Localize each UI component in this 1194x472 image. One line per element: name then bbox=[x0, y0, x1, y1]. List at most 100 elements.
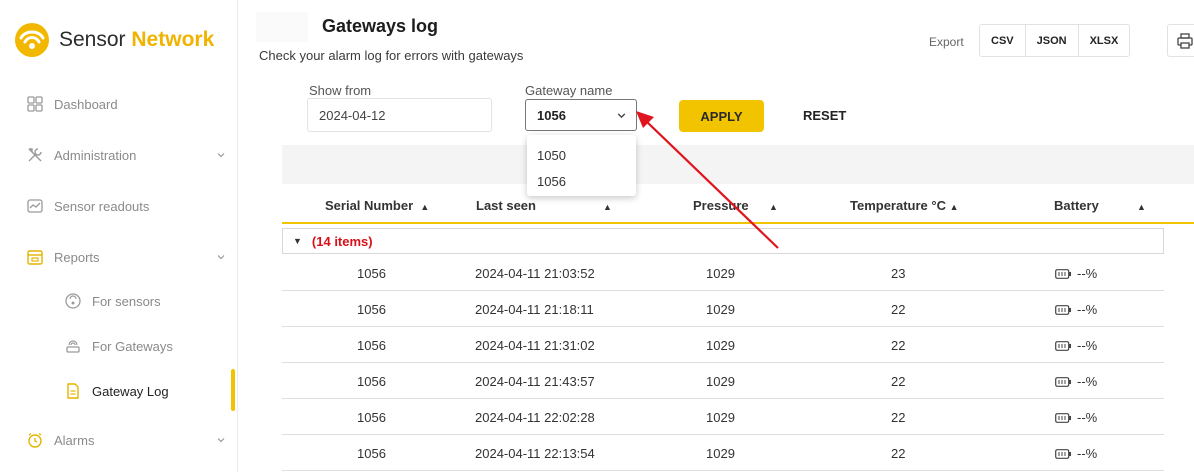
cell-pressure: 1029 bbox=[706, 446, 735, 461]
print-button[interactable] bbox=[1167, 24, 1194, 57]
cell-battery: --% bbox=[1055, 446, 1097, 461]
show-from-label: Show from bbox=[309, 83, 372, 98]
sort-asc-icon: ▲ bbox=[420, 202, 430, 212]
battery-value: --% bbox=[1077, 266, 1098, 281]
gateway-name-select[interactable]: 1056 bbox=[525, 99, 637, 131]
chevron-down-icon bbox=[216, 433, 226, 448]
header-placeholder bbox=[256, 12, 308, 42]
table-header: Serial Number ▲ Last seen ▲ Pressure ▲ T… bbox=[282, 186, 1194, 224]
gateway-name-label: Gateway name bbox=[525, 83, 613, 98]
grid-icon bbox=[26, 95, 44, 113]
battery-value: --% bbox=[1077, 374, 1098, 389]
sidebar-item-sensor-readouts[interactable]: Sensor readouts bbox=[26, 197, 149, 215]
cell-pressure: 1029 bbox=[706, 338, 735, 353]
gateway-dropdown-menu: 1050 1056 bbox=[527, 135, 636, 196]
battery-icon bbox=[1055, 376, 1071, 387]
export-json-button[interactable]: JSON bbox=[1024, 25, 1078, 56]
cell-temperature: 22 bbox=[891, 410, 906, 425]
cell-temperature: 22 bbox=[891, 302, 906, 317]
battery-icon bbox=[1055, 412, 1071, 423]
battery-icon bbox=[1055, 268, 1071, 279]
column-header-temperature[interactable]: Temperature °C ▲ bbox=[850, 198, 959, 213]
alarm-clock-icon bbox=[26, 431, 44, 449]
sort-asc-icon[interactable]: ▲ bbox=[769, 198, 778, 213]
column-header-serial[interactable]: Serial Number ▲ bbox=[325, 198, 429, 213]
active-indicator bbox=[231, 369, 235, 411]
cell-serial: 1056 bbox=[357, 374, 386, 389]
document-icon bbox=[64, 382, 82, 400]
table-row[interactable]: 1056 2024-04-11 21:43:57 1029 22 --% bbox=[282, 363, 1164, 399]
cell-temperature: 22 bbox=[891, 446, 906, 461]
table-row[interactable]: 1056 2024-04-11 21:18:11 1029 22 --% bbox=[282, 291, 1164, 327]
battery-value: --% bbox=[1077, 338, 1098, 353]
collapse-triangle-icon[interactable]: ▼ bbox=[293, 236, 302, 246]
column-header-label: Battery bbox=[1054, 198, 1099, 213]
toolbar-band bbox=[282, 145, 1194, 184]
sidebar-item-alarms[interactable]: Alarms bbox=[26, 431, 225, 449]
group-row[interactable]: ▼ (14 items) bbox=[282, 228, 1164, 254]
sidebar-item-gateway-log[interactable]: Gateway Log bbox=[64, 382, 169, 400]
cell-last-seen: 2024-04-11 21:43:57 bbox=[475, 374, 595, 389]
battery-icon bbox=[1055, 448, 1071, 459]
sidebar-item-administration[interactable]: Administration bbox=[26, 146, 225, 164]
sidebar-item-reports[interactable]: Reports bbox=[26, 248, 225, 266]
brand-name: Sensor Network bbox=[59, 28, 214, 52]
brand[interactable]: Sensor Network bbox=[14, 20, 214, 60]
sidebar-item-for-gateways[interactable]: For Gateways bbox=[64, 337, 173, 355]
cell-last-seen: 2024-04-11 22:13:54 bbox=[475, 446, 595, 461]
table-row[interactable]: 1056 2024-04-11 21:31:02 1029 22 --% bbox=[282, 327, 1164, 363]
dropdown-option[interactable]: 1056 bbox=[527, 168, 636, 194]
cell-serial: 1056 bbox=[357, 266, 386, 281]
chevron-down-icon bbox=[216, 250, 226, 265]
export-csv-button[interactable]: CSV bbox=[980, 25, 1025, 56]
sidebar-item-label: Gateway Log bbox=[92, 383, 169, 399]
sidebar-item-label: Administration bbox=[54, 147, 137, 163]
dropdown-option[interactable]: 1050 bbox=[527, 142, 636, 168]
sidebar-item-label: Dashboard bbox=[54, 96, 118, 112]
show-from-input[interactable]: 2024-04-12 bbox=[307, 98, 492, 132]
cell-temperature: 22 bbox=[891, 338, 906, 353]
battery-value: --% bbox=[1077, 302, 1098, 317]
cell-pressure: 1029 bbox=[706, 374, 735, 389]
printer-icon bbox=[1177, 32, 1193, 49]
brand-name-plain: Sensor bbox=[59, 28, 126, 51]
table-row[interactable]: 1056 2024-04-11 22:13:54 1029 22 --% bbox=[282, 435, 1164, 471]
chart-icon bbox=[26, 197, 44, 215]
sort-asc-icon[interactable]: ▲ bbox=[603, 198, 612, 213]
column-header-pressure[interactable]: Pressure bbox=[693, 198, 749, 213]
column-header-label: Pressure bbox=[693, 198, 749, 213]
sidebar-item-for-sensors[interactable]: For sensors bbox=[64, 292, 161, 310]
cell-last-seen: 2024-04-11 21:18:11 bbox=[475, 302, 594, 317]
battery-value: --% bbox=[1077, 446, 1098, 461]
page-title: Gateways log bbox=[322, 16, 439, 36]
export-button-group: CSV JSON XLSX bbox=[979, 24, 1131, 57]
battery-value: --% bbox=[1077, 410, 1098, 425]
battery-icon bbox=[1055, 340, 1071, 351]
cell-battery: --% bbox=[1055, 302, 1097, 317]
column-header-battery[interactable]: Battery bbox=[1054, 198, 1099, 213]
export-xlsx-button[interactable]: XLSX bbox=[1077, 25, 1130, 56]
cell-last-seen: 2024-04-11 22:02:28 bbox=[475, 410, 595, 425]
apply-button[interactable]: APPLY bbox=[679, 100, 764, 132]
sidebar-item-dashboard[interactable]: Dashboard bbox=[26, 95, 118, 113]
sort-asc-icon[interactable]: ▲ bbox=[1137, 198, 1146, 213]
logo-icon bbox=[15, 23, 49, 57]
tools-icon bbox=[26, 146, 44, 164]
sidebar-item-label: Alarms bbox=[54, 432, 95, 448]
calendar-icon bbox=[26, 248, 44, 266]
cell-temperature: 23 bbox=[891, 266, 906, 281]
reset-button[interactable]: RESET bbox=[803, 108, 846, 123]
cell-battery: --% bbox=[1055, 266, 1097, 281]
cell-battery: --% bbox=[1055, 338, 1097, 353]
column-header-last-seen[interactable]: Last seen bbox=[476, 198, 536, 213]
sort-asc-icon: ▲ bbox=[949, 202, 959, 212]
cell-serial: 1056 bbox=[357, 338, 386, 353]
table-row[interactable]: 1056 2024-04-11 21:03:52 1029 23 --% bbox=[282, 255, 1164, 291]
cell-pressure: 1029 bbox=[706, 302, 735, 317]
column-header-label: Temperature °C bbox=[850, 198, 946, 213]
table-row[interactable]: 1056 2024-04-11 22:02:28 1029 22 --% bbox=[282, 399, 1164, 435]
cell-serial: 1056 bbox=[357, 302, 386, 317]
cell-pressure: 1029 bbox=[706, 266, 735, 281]
cell-serial: 1056 bbox=[357, 446, 386, 461]
cell-temperature: 22 bbox=[891, 374, 906, 389]
